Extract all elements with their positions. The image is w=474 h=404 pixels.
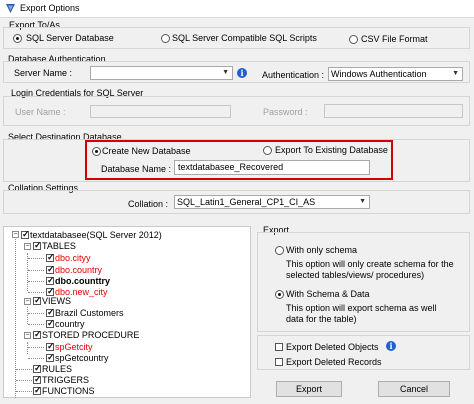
tree-functions-label: FUNCTIONS [42, 386, 95, 396]
radio-label: Create New Database [102, 146, 191, 156]
export-deleted-records-label: Export Deleted Records [286, 357, 382, 367]
checkbox-procedures[interactable] [33, 329, 42, 340]
checkbox-table-item[interactable] [46, 286, 55, 297]
checkbox-views[interactable] [33, 295, 42, 306]
server-name-label: Server Name : [14, 68, 73, 78]
tree-line [27, 342, 28, 354]
checkbox-view-item[interactable] [46, 318, 55, 329]
radio-label: CSV File Format [361, 34, 428, 44]
tree-line [15, 239, 16, 398]
radio-button[interactable] [349, 35, 358, 44]
radio-button[interactable] [275, 246, 284, 255]
radio-button[interactable] [92, 147, 101, 156]
tree-tables-label: TABLES [42, 241, 76, 251]
tree-procedure-item[interactable]: spGetcity [55, 342, 93, 352]
tree-line [28, 270, 44, 271]
radio-button[interactable] [275, 290, 284, 299]
checkbox-procedure-item[interactable] [46, 341, 55, 352]
tree-table-item[interactable]: dbo.cityy [55, 253, 91, 263]
radio-label: SQL Server Database [26, 33, 114, 43]
database-name-label: Database Name : [101, 164, 172, 174]
tree-view-item[interactable]: Brazil Customers [55, 308, 124, 318]
radio-button[interactable] [263, 146, 272, 155]
password-input[interactable] [324, 104, 463, 118]
collapse-icon[interactable]: − [24, 332, 31, 339]
tree-line [27, 307, 28, 324]
radio-label: SQL Server Compatible SQL Scripts [172, 33, 317, 43]
checkbox-triggers[interactable] [33, 374, 42, 385]
checkbox-table-item[interactable] [46, 275, 55, 286]
password-label: Password : [263, 107, 308, 117]
collapse-icon[interactable]: − [24, 298, 31, 305]
checkbox-procedure-item[interactable] [46, 352, 55, 363]
tree-line [28, 258, 44, 259]
object-tree[interactable]: − textdatabasee(SQL Server 2012) − TABLE… [3, 226, 251, 398]
tree-triggers-label: TRIGGERS [42, 375, 90, 385]
chevron-down-icon: ▼ [359, 198, 366, 205]
export-button[interactable]: Export [276, 381, 342, 397]
checkbox-rules[interactable] [33, 363, 42, 374]
tree-line [16, 380, 32, 381]
checkbox-tables[interactable] [33, 240, 42, 251]
checkbox-functions[interactable] [33, 385, 42, 396]
collation-label: Collation : [128, 199, 169, 209]
tree-rules-label: RULES [42, 364, 73, 374]
radio-label: Export To Existing Database [275, 145, 388, 155]
tree-line [16, 369, 32, 370]
tree-view-item[interactable]: country [55, 319, 85, 329]
collation-dropdown[interactable]: SQL_Latin1_General_CP1_CI_AS ▼ [174, 195, 370, 209]
tree-table-item[interactable]: dbo.counttry [55, 276, 110, 286]
checkbox-export-deleted-records[interactable] [275, 358, 283, 366]
chevron-down-icon: ▼ [452, 70, 459, 77]
server-name-dropdown[interactable]: ▼ [90, 66, 233, 80]
tree-line [28, 324, 44, 325]
tree-procedures-label: STORED PROCEDURE [42, 330, 140, 340]
info-icon[interactable]: i [237, 68, 247, 78]
radio-button[interactable] [161, 34, 170, 43]
authentication-label: Authentication : [262, 70, 325, 80]
tree-root-label: textdatabasee(SQL Server 2012) [30, 230, 162, 240]
tree-views-label: VIEWS [42, 296, 72, 306]
collapse-icon[interactable]: − [24, 243, 31, 250]
user-name-input[interactable] [90, 105, 231, 118]
schema-data-description: This option will export schema as well d… [286, 303, 437, 324]
radio-label: With only schema [286, 245, 358, 255]
collapse-icon[interactable]: − [12, 231, 19, 238]
user-name-label: User Name : [15, 107, 66, 117]
tree-line [28, 358, 44, 359]
export-deleted-objects-label: Export Deleted Objects [286, 342, 379, 352]
tree-line [28, 292, 44, 293]
collation-value: SQL_Latin1_General_CP1_CI_AS [177, 197, 316, 207]
radio-button[interactable] [13, 34, 22, 43]
authentication-value: Windows Authentication [331, 69, 427, 79]
radio-label: With Schema & Data [286, 289, 370, 299]
info-icon[interactable]: i [386, 341, 396, 351]
tree-table-item[interactable]: dbo.country [55, 265, 102, 275]
title-bar: Export Options [0, 0, 474, 18]
checkbox-table-item[interactable] [46, 264, 55, 275]
database-name-input[interactable]: textdatabasee_Recovered [174, 160, 370, 175]
checkbox-export-deleted-objects[interactable] [275, 343, 283, 351]
checkbox-table-item[interactable] [46, 252, 55, 263]
tree-line [16, 391, 32, 392]
tree-line [28, 313, 44, 314]
schema-only-description: This option will only create schema for … [286, 259, 454, 280]
checkbox-view-item[interactable] [46, 307, 55, 318]
cancel-button[interactable]: Cancel [378, 381, 450, 397]
checkbox-root[interactable] [21, 229, 30, 240]
tree-line [28, 281, 44, 282]
app-logo-icon [6, 4, 15, 13]
chevron-down-icon: ▼ [222, 69, 229, 76]
tree-procedure-item[interactable]: spGetcountry [55, 353, 109, 363]
window-title: Export Options [20, 3, 80, 13]
tree-line [28, 347, 44, 348]
authentication-dropdown[interactable]: Windows Authentication ▼ [328, 67, 463, 81]
